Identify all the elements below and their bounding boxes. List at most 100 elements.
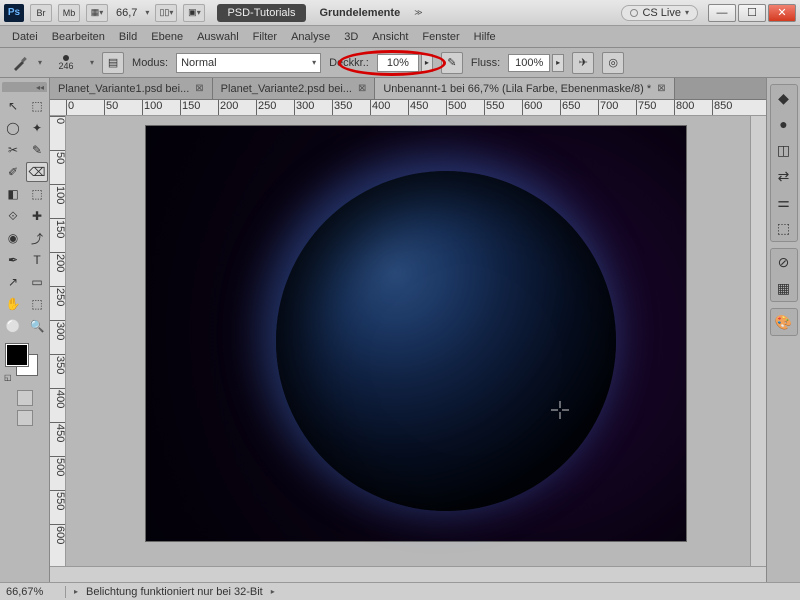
panel-icon[interactable]: ▦ [774, 279, 794, 297]
maximize-button[interactable]: ☐ [738, 4, 766, 22]
status-flyout[interactable]: ▸ [271, 587, 275, 596]
close-button[interactable]: ✕ [768, 4, 796, 22]
color-swatches[interactable]: ◱ [6, 344, 42, 380]
panel-icon[interactable]: 🎨 [774, 313, 794, 331]
tool-5[interactable]: ✎ [26, 140, 48, 160]
minimize-button[interactable]: — [708, 4, 736, 22]
opacity-pressure-button[interactable]: ✎ [441, 52, 463, 74]
tools-panel: ◂◂ ↖⬚◯✦✂✎✐⌫◧⬚⟐✚◉⤴✒T↗▭✋⬚⚪🔍 ◱ [0, 78, 50, 582]
tool-17[interactable]: ▭ [26, 272, 48, 292]
tools-panel-grip[interactable]: ◂◂ [2, 82, 47, 92]
close-tab-icon[interactable]: ⊠ [358, 83, 366, 94]
minibridge-button[interactable]: Mb [58, 4, 80, 22]
menu-ansicht[interactable]: Ansicht [372, 31, 408, 43]
opacity-label: Deckkr.: [329, 57, 369, 69]
screen-mode-toggle[interactable] [17, 410, 33, 426]
brush-tool-icon[interactable] [10, 53, 30, 73]
cslive-button[interactable]: CS Live▾ [621, 5, 698, 21]
ruler-tick: 0 [66, 100, 74, 116]
document-tabs: Planet_Variante1.psd bei...⊠ Planet_Vari… [50, 78, 766, 100]
tool-11[interactable]: ✚ [26, 206, 48, 226]
status-zoom[interactable]: 66,67% [6, 586, 66, 598]
workspace-primary[interactable]: PSD-Tutorials [217, 4, 305, 22]
menu-3d[interactable]: 3D [344, 31, 358, 43]
tool-20[interactable]: ⚪ [2, 316, 24, 336]
ruler-tick: 150 [50, 218, 66, 238]
default-colors-icon[interactable]: ◱ [4, 373, 12, 382]
tool-9[interactable]: ⬚ [26, 184, 48, 204]
bridge-button[interactable]: Br [30, 4, 52, 22]
tool-12[interactable]: ◉ [2, 228, 24, 248]
tool-2[interactable]: ◯ [2, 118, 24, 138]
close-tab-icon[interactable]: ⊠ [195, 83, 203, 94]
panel-icon[interactable]: ◆ [774, 89, 794, 107]
vertical-ruler[interactable]: 050100150200250300350400450500550600 [50, 116, 66, 566]
tablet-pressure-button[interactable]: ◎ [602, 52, 624, 74]
tool-3[interactable]: ✦ [26, 118, 48, 138]
panel-icon[interactable]: ⊘ [774, 253, 794, 271]
opacity-flyout[interactable]: ▸ [421, 54, 433, 72]
horizontal-scrollbar[interactable] [50, 566, 766, 582]
workspace-more-icon[interactable]: ≫ [414, 8, 422, 17]
tool-8[interactable]: ◧ [2, 184, 24, 204]
workspace-secondary[interactable]: Grundelemente [310, 4, 411, 22]
cslive-label: CS Live [642, 7, 681, 19]
tool-6[interactable]: ✐ [2, 162, 24, 182]
document-tab[interactable]: Planet_Variante2.psd bei...⊠ [213, 78, 376, 99]
tool-21[interactable]: 🔍 [26, 316, 48, 336]
ruler-tick: 350 [50, 354, 66, 374]
tool-18[interactable]: ✋ [2, 294, 24, 314]
zoom-level[interactable]: 66,7 [114, 7, 139, 19]
arrange-button[interactable]: ▯▯▾ [155, 4, 177, 22]
status-flyout[interactable]: ▸ [74, 587, 78, 596]
close-tab-icon[interactable]: ⊠ [657, 83, 665, 94]
menu-hilfe[interactable]: Hilfe [474, 31, 496, 43]
ruler-tick: 50 [50, 150, 66, 164]
menu-analyse[interactable]: Analyse [291, 31, 330, 43]
flow-field[interactable]: 100% [508, 54, 550, 72]
tool-13[interactable]: ⤴ [26, 228, 48, 248]
chevron-down-icon[interactable]: ▾ [145, 8, 149, 17]
tool-0[interactable]: ↖ [2, 96, 24, 116]
document-tab[interactable]: Unbenannt-1 bei 66,7% (Lila Farbe, Ebene… [375, 78, 674, 99]
menu-auswahl[interactable]: Auswahl [197, 31, 239, 43]
panel-icon[interactable]: ⇄ [774, 167, 794, 185]
panel-icon[interactable]: ⬚ [774, 219, 794, 237]
ruler-tick: 600 [50, 524, 66, 544]
blend-mode-select[interactable]: Normal▾ [176, 53, 321, 73]
view-extras-button[interactable]: ▦▾ [86, 4, 108, 22]
screen-mode-button[interactable]: ▣▾ [183, 4, 205, 22]
horizontal-ruler[interactable]: 0501001502002503003504004505005506006507… [50, 100, 766, 116]
document-tab[interactable]: Planet_Variante1.psd bei...⊠ [50, 78, 213, 99]
menu-filter[interactable]: Filter [253, 31, 277, 43]
artboard[interactable] [146, 126, 686, 541]
opacity-field[interactable]: 10% [377, 54, 419, 72]
tool-15[interactable]: T [26, 250, 48, 270]
tool-1[interactable]: ⬚ [26, 96, 48, 116]
vertical-scrollbar[interactable] [750, 116, 766, 566]
menu-fenster[interactable]: Fenster [422, 31, 459, 43]
brush-preview[interactable]: 246 [50, 55, 82, 71]
tool-16[interactable]: ↗ [2, 272, 24, 292]
tool-10[interactable]: ⟐ [2, 206, 24, 226]
panel-icon[interactable]: ⚌ [774, 193, 794, 211]
title-bar: Ps Br Mb ▦▾ 66,7▾ ▯▯▾ ▣▾ PSD-Tutorials G… [0, 0, 800, 26]
quick-mask-button[interactable] [17, 390, 33, 406]
tool-14[interactable]: ✒ [2, 250, 24, 270]
fg-color-swatch[interactable] [6, 344, 28, 366]
ruler-tick: 550 [50, 490, 66, 510]
panel-icon[interactable]: ◫ [774, 141, 794, 159]
menu-ebene[interactable]: Ebene [151, 31, 183, 43]
ruler-tick: 250 [256, 100, 276, 116]
brush-panel-button[interactable]: ▤ [102, 52, 124, 74]
panel-icon[interactable]: ● [774, 115, 794, 133]
canvas[interactable] [66, 116, 750, 566]
tool-4[interactable]: ✂ [2, 140, 24, 160]
menu-datei[interactable]: Datei [12, 31, 38, 43]
tool-19[interactable]: ⬚ [26, 294, 48, 314]
tool-7[interactable]: ⌫ [26, 162, 48, 182]
flow-flyout[interactable]: ▸ [552, 54, 564, 72]
menu-bearbeiten[interactable]: Bearbeiten [52, 31, 105, 43]
airbrush-button[interactable]: ✈ [572, 52, 594, 74]
menu-bild[interactable]: Bild [119, 31, 137, 43]
